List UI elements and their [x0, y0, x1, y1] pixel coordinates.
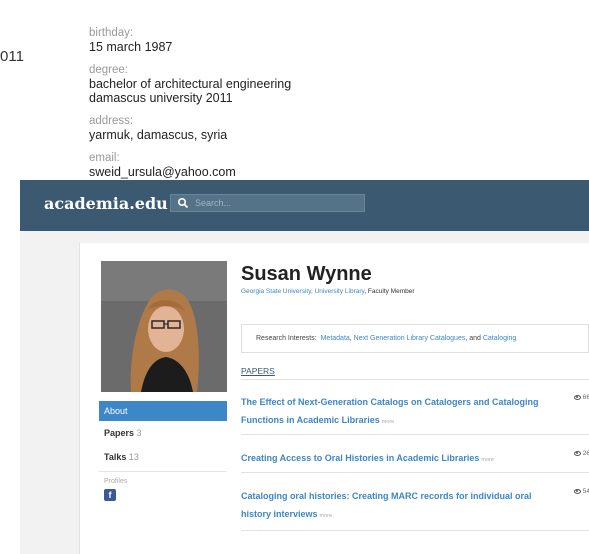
paper-divider [241, 434, 589, 435]
paper-views: 26 [573, 450, 589, 457]
sidebar-item-count: 13 [128, 452, 139, 462]
view-count: 26 [582, 450, 589, 457]
sidebar-item-papers[interactable]: Papers 3 [99, 421, 227, 445]
sidebar-item-label: Talks [104, 452, 127, 462]
sidebar-item-about[interactable]: About [99, 401, 227, 421]
search-box[interactable]: Search... [170, 194, 365, 212]
interests-label: Research Interests: [256, 335, 317, 342]
degree-value-line1: bachelor of architectural engineering [89, 77, 292, 91]
eye-icon [573, 488, 581, 494]
eye-icon [573, 394, 581, 400]
birthday-value: 15 march 1987 [89, 40, 173, 54]
more-link[interactable]: more [382, 419, 395, 425]
paper-divider [241, 472, 589, 473]
sidebar-item-count: 3 [136, 428, 142, 438]
birthday-label: birthday: [89, 27, 134, 39]
address-value: yarmuk, damascus, syria [89, 128, 228, 142]
search-placeholder: Search... [195, 198, 232, 208]
more-link[interactable]: more [481, 457, 494, 463]
top-nav-bar: academia.edu Search... [20, 180, 589, 231]
paper-item-1: The Effect of Next-Generation Catalogs o… [241, 392, 589, 428]
more-link[interactable]: more [320, 513, 333, 519]
academia-screenshot: academia.edu Search... About Papers 3 Ta… [20, 180, 589, 554]
paper-views: 54 [573, 488, 589, 495]
profile-photo-image [101, 261, 227, 392]
view-count: 54 [582, 488, 589, 495]
address-block: address: yarmuk, damascus, syria [89, 115, 389, 142]
paper-views: 66 [573, 394, 589, 401]
eye-icon [573, 450, 581, 456]
affiliation-role: , Faculty Member [364, 288, 415, 295]
birthday-block: birthday: 15 march 1987 [89, 27, 389, 54]
papers-heading[interactable]: PAPERS [241, 366, 275, 376]
degree-label: degree: [89, 64, 129, 76]
profiles-label: Profiles [104, 478, 128, 485]
academia-logo[interactable]: academia.edu [44, 194, 168, 213]
sidebar-divider [99, 471, 227, 472]
email-value[interactable]: sweid_ursula@yahoo.com [89, 165, 389, 179]
paper-divider [241, 530, 589, 531]
profile-affiliation: Georgia State University, University Lib… [241, 288, 415, 295]
contact-info: birthday: 15 march 1987 degree: bachelor… [89, 27, 389, 189]
email-label: email: [89, 152, 120, 164]
paper-title-link[interactable]: Creating Access to Oral Histories in Aca… [241, 453, 479, 463]
profile-photo [101, 261, 227, 392]
sidebar-item-label: About [104, 406, 128, 416]
research-interests-box: Research Interests: Metadata, Next Gener… [241, 324, 589, 353]
profile-name: Susan Wynne [241, 263, 372, 285]
profile-sidebar-nav: About Papers 3 Talks 13 Profiles f [99, 401, 227, 501]
sidebar-item-label: Papers [104, 428, 135, 438]
affiliation-link[interactable]: Georgia State University, University Lib… [241, 288, 364, 295]
paper-item-3: Cataloging oral histories: Creating MARC… [241, 486, 589, 522]
papers-divider [241, 379, 589, 380]
paper-title-link[interactable]: Cataloging oral histories: Creating MARC… [241, 491, 532, 519]
facebook-icon[interactable]: f [104, 489, 116, 501]
email-block: email: sweid_ursula@yahoo.com [89, 152, 389, 179]
paper-item-2: Creating Access to Oral Histories in Aca… [241, 448, 589, 466]
interest-link-metadata[interactable]: Metadata [321, 335, 350, 342]
sidebar-item-talks[interactable]: Talks 13 [99, 445, 227, 469]
search-icon [177, 197, 189, 209]
cropped-year-text: 011 [0, 48, 24, 65]
degree-block: degree: bachelor of architectural engine… [89, 64, 389, 105]
degree-value-line2: damascus university 2011 [89, 91, 233, 105]
interest-link-next-gen-catalogues[interactable]: Next Generation Library Catalogues [354, 335, 466, 342]
profile-card: About Papers 3 Talks 13 Profiles f Susan… [79, 243, 589, 554]
interest-link-cataloging[interactable]: Cataloging [483, 335, 516, 342]
stage: 011 birthday: 15 march 1987 degree: bach… [0, 0, 589, 554]
address-label: address: [89, 115, 134, 127]
view-count: 66 [582, 394, 589, 401]
